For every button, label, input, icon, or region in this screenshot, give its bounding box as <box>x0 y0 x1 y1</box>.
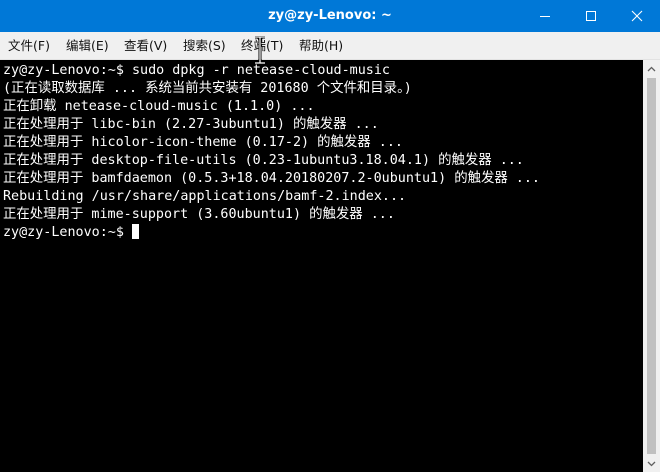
close-icon <box>631 10 643 22</box>
shell-prompt: zy@zy-Lenovo:~$ <box>3 225 132 240</box>
terminal-line: (正在读取数据库 ... 系统当前共安装有 201680 个文件和目录。) <box>3 81 412 96</box>
menu-edit[interactable]: 编辑(E) <box>66 32 109 60</box>
terminal-line: 正在处理用于 bamfdaemon (0.5.3+18.04.20180207.… <box>3 171 540 186</box>
window-controls <box>522 0 660 32</box>
menu-bar: 文件(F) 编辑(E) 查看(V) 搜索(S) 终端(T) 帮助(H) <box>0 32 660 60</box>
terminal-line: Rebuilding /usr/share/applications/bamf-… <box>3 189 407 204</box>
scroll-down-button[interactable] <box>643 455 660 472</box>
maximize-icon <box>586 11 596 21</box>
prompt-line: zy@zy-Lenovo:~$ <box>3 224 540 242</box>
terminal-text: zy@zy-Lenovo:~$ sudo dpkg -r netease-clo… <box>3 62 540 242</box>
menu-view[interactable]: 查看(V) <box>124 32 167 60</box>
scroll-thumb[interactable] <box>647 78 656 454</box>
terminal-line: 正在处理用于 desktop-file-utils (0.23-1ubuntu3… <box>3 153 524 168</box>
terminal-line: 正在处理用于 libc-bin (2.27-3ubuntu1) 的触发器 ... <box>3 117 379 132</box>
chevron-down-icon <box>647 461 656 466</box>
terminal-output[interactable]: zy@zy-Lenovo:~$ sudo dpkg -r netease-clo… <box>0 60 643 472</box>
menu-help[interactable]: 帮助(H) <box>299 32 343 60</box>
terminal-line: 正在处理用于 hicolor-icon-theme (0.17-2) 的触发器 … <box>3 135 403 150</box>
vertical-scrollbar[interactable] <box>643 60 660 472</box>
terminal-line: zy@zy-Lenovo:~$ sudo dpkg -r netease-clo… <box>3 63 390 78</box>
title-bar[interactable]: zy@zy-Lenovo: ~ <box>0 0 660 32</box>
chevron-up-icon <box>647 66 656 71</box>
terminal-line: 正在处理用于 mime-support (3.60ubuntu1) 的触发器 .… <box>3 207 395 222</box>
text-cursor <box>132 224 139 239</box>
scroll-up-button[interactable] <box>643 60 660 77</box>
minimize-icon <box>540 16 550 17</box>
menu-file[interactable]: 文件(F) <box>8 32 50 60</box>
maximize-button[interactable] <box>568 0 614 32</box>
close-button[interactable] <box>614 0 660 32</box>
terminal-window: zy@zy-Lenovo: ~ 文件(F) 编辑(E) 查看(V) 搜索(S) … <box>0 0 660 472</box>
terminal-line: 正在卸载 netease-cloud-music (1.1.0) ... <box>3 99 315 114</box>
minimize-button[interactable] <box>522 0 568 32</box>
mouse-cursor-icon <box>255 36 265 64</box>
menu-search[interactable]: 搜索(S) <box>183 32 226 60</box>
